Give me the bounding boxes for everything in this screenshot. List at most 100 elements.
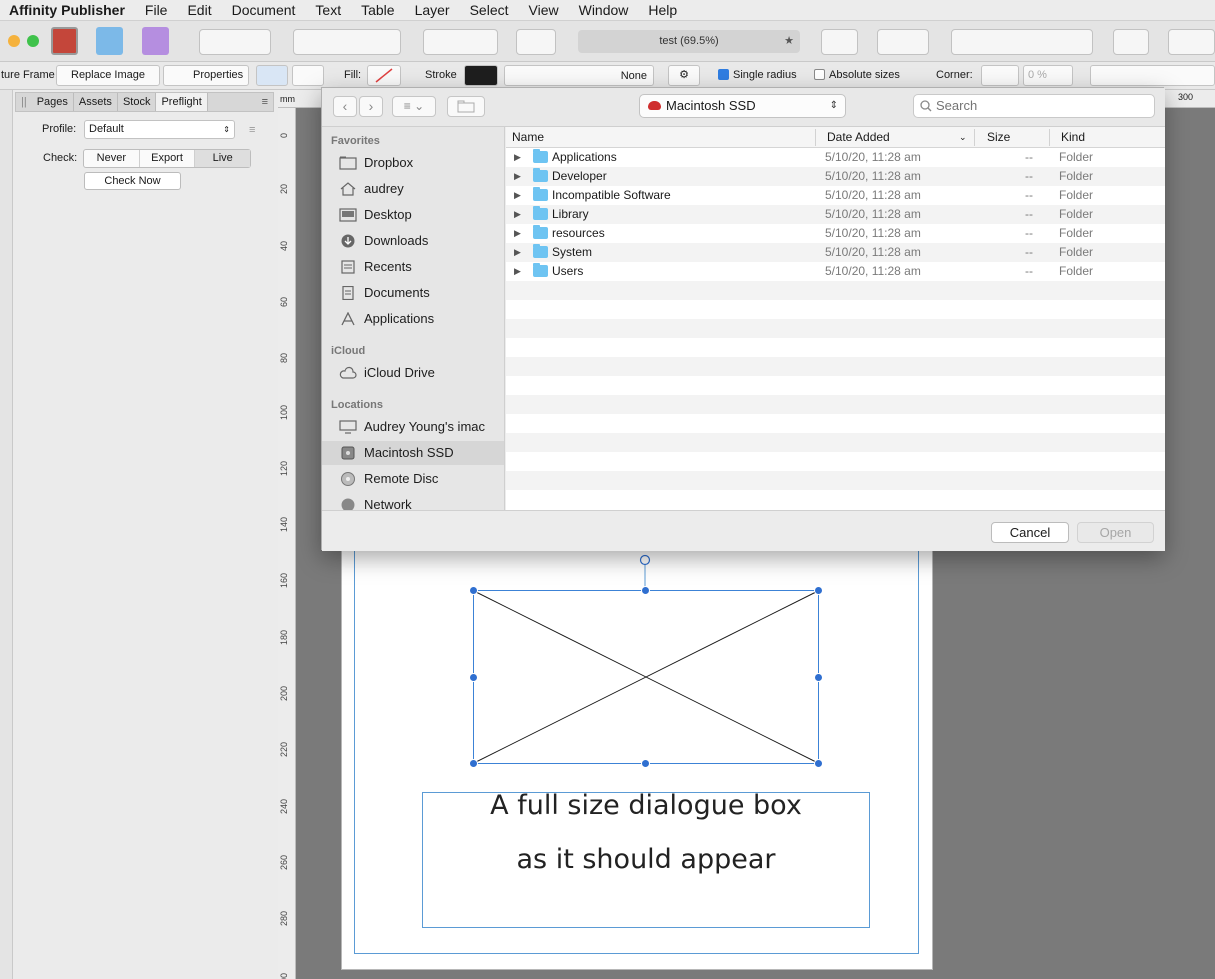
menu-file[interactable]: File xyxy=(135,0,178,21)
location-popup[interactable]: Macintosh SSD ⇕ xyxy=(639,94,846,118)
photo-persona-icon[interactable] xyxy=(142,27,169,55)
resize-handle[interactable] xyxy=(469,673,478,682)
disclosure-triangle-icon[interactable]: ▶ xyxy=(514,167,521,186)
panel-menu-icon[interactable]: ≡ xyxy=(257,93,273,111)
fill-swatch[interactable] xyxy=(367,65,401,86)
flip-button[interactable] xyxy=(1168,29,1215,55)
sidebar-item-downloads[interactable]: Downloads xyxy=(322,229,504,253)
resize-handle[interactable] xyxy=(814,759,823,768)
menu-document[interactable]: Document xyxy=(222,0,306,21)
sidebar-item-applications[interactable]: Applications xyxy=(322,307,504,331)
table-row[interactable]: ▶ Users 5/10/20, 11:28 am -- Folder xyxy=(506,262,1165,281)
panel-grip-icon[interactable]: || xyxy=(16,93,32,111)
frame-scale-button[interactable] xyxy=(292,65,324,86)
resize-handle[interactable] xyxy=(469,586,478,595)
menu-view[interactable]: View xyxy=(519,0,569,21)
designer-persona-icon[interactable] xyxy=(96,27,123,55)
disclosure-triangle-icon[interactable]: ▶ xyxy=(514,224,521,243)
table-row[interactable]: ▶ Library 5/10/20, 11:28 am -- Folder xyxy=(506,205,1165,224)
corner-type-picker[interactable] xyxy=(981,65,1019,86)
rotation-handle[interactable] xyxy=(639,554,651,566)
pin-tools-button[interactable] xyxy=(423,29,498,55)
table-row[interactable]: ▶ Applications 5/10/20, 11:28 am -- Fold… xyxy=(506,148,1165,167)
resize-handle[interactable] xyxy=(641,759,650,768)
view-options-button[interactable]: ≡ ⌄ xyxy=(392,96,436,117)
frame-fit-button[interactable] xyxy=(256,65,288,86)
frame-tools-button[interactable] xyxy=(293,29,401,55)
check-export-option[interactable]: Export xyxy=(140,150,196,167)
menu-layer[interactable]: Layer xyxy=(405,0,460,21)
preview-mode-button[interactable] xyxy=(516,29,556,55)
open-button[interactable]: Open xyxy=(1077,522,1154,543)
sidebar-item-audrey[interactable]: audrey xyxy=(322,177,504,201)
column-date-added[interactable]: Date Added xyxy=(827,130,890,144)
sidebar-item-macintosh-ssd[interactable]: Macintosh SSD xyxy=(322,441,504,465)
tab-pages[interactable]: Pages xyxy=(32,93,74,111)
disclosure-triangle-icon[interactable]: ▶ xyxy=(514,205,521,224)
picture-frame[interactable] xyxy=(462,550,832,775)
stroke-swatch[interactable] xyxy=(464,65,498,86)
text-wrap-button[interactable] xyxy=(821,29,858,55)
new-folder-button[interactable] xyxy=(447,96,485,117)
column-name[interactable]: Name xyxy=(512,130,544,144)
search-field[interactable] xyxy=(913,94,1155,118)
sidebar-item-documents[interactable]: Documents xyxy=(322,281,504,305)
app-menu[interactable]: Affinity Publisher xyxy=(0,0,135,21)
corner-size-field[interactable]: 0 % xyxy=(1023,65,1073,86)
arrange-button[interactable] xyxy=(951,29,1093,55)
table-row[interactable]: ▶ resources 5/10/20, 11:28 am -- Folder xyxy=(506,224,1165,243)
back-button[interactable]: ‹ xyxy=(333,96,357,117)
check-never-option[interactable]: Never xyxy=(84,150,140,167)
profile-select[interactable]: Default ⇕ xyxy=(84,120,235,139)
forward-button[interactable]: › xyxy=(359,96,383,117)
disclosure-triangle-icon[interactable]: ▶ xyxy=(514,243,521,262)
share-tools-button[interactable] xyxy=(199,29,271,55)
sidebar-item-imac[interactable]: Audrey Young's imac xyxy=(322,415,504,439)
check-live-option[interactable]: Live xyxy=(195,150,251,167)
single-radius-checkbox[interactable]: Single radius xyxy=(718,69,797,81)
transform-origin-buttons[interactable] xyxy=(1090,65,1215,86)
tab-preflight[interactable]: Preflight xyxy=(156,93,208,111)
sidebar-item-recents[interactable]: Recents xyxy=(322,255,504,279)
table-row[interactable]: ▶ Incompatible Software 5/10/20, 11:28 a… xyxy=(506,186,1165,205)
search-input[interactable] xyxy=(936,98,1148,113)
column-size[interactable]: Size xyxy=(987,130,1010,144)
check-now-button[interactable]: Check Now xyxy=(84,172,181,190)
zoom-window-button[interactable] xyxy=(27,35,39,47)
snapping-button[interactable] xyxy=(877,29,929,55)
sidebar-item-dropbox[interactable]: Dropbox xyxy=(322,151,504,175)
align-button[interactable] xyxy=(1113,29,1149,55)
menu-edit[interactable]: Edit xyxy=(177,0,221,21)
disclosure-triangle-icon[interactable]: ▶ xyxy=(514,262,521,281)
stroke-style-picker[interactable]: None xyxy=(504,65,654,86)
menu-table[interactable]: Table xyxy=(351,0,404,21)
publisher-persona-icon[interactable] xyxy=(51,27,78,55)
tab-assets[interactable]: Assets xyxy=(74,93,118,111)
disclosure-triangle-icon[interactable]: ▶ xyxy=(514,186,521,205)
sidebar-item-icloud-drive[interactable]: iCloud Drive xyxy=(322,361,504,385)
disclosure-triangle-icon[interactable]: ▶ xyxy=(514,148,521,167)
sidebar-item-desktop[interactable]: Desktop xyxy=(322,203,504,227)
menu-help[interactable]: Help xyxy=(638,0,687,21)
cancel-button[interactable]: Cancel xyxy=(991,522,1069,543)
tab-stock[interactable]: Stock xyxy=(118,93,157,111)
menu-window[interactable]: Window xyxy=(569,0,639,21)
menu-text[interactable]: Text xyxy=(305,0,351,21)
replace-image-button[interactable]: Replace Image xyxy=(56,65,160,86)
minimize-window-button[interactable] xyxy=(8,35,20,47)
text-frame[interactable]: A full size dialogue box as it should ap… xyxy=(422,790,870,928)
sidebar-item-remote-disc[interactable]: Remote Disc xyxy=(322,467,504,491)
resize-handle[interactable] xyxy=(814,673,823,682)
table-row[interactable]: ▶ System 5/10/20, 11:28 am -- Folder xyxy=(506,243,1165,262)
resize-handle[interactable] xyxy=(641,586,650,595)
sidebar-item-network[interactable]: Network xyxy=(322,493,504,510)
tools-strip[interactable] xyxy=(0,90,13,979)
column-kind[interactable]: Kind xyxy=(1061,130,1085,144)
menu-select[interactable]: Select xyxy=(460,0,519,21)
properties-button[interactable]: Properties xyxy=(163,65,249,86)
gear-icon[interactable]: ⚙ xyxy=(668,65,700,86)
profile-menu-icon[interactable]: ≡ xyxy=(249,124,255,136)
absolute-sizes-checkbox[interactable]: Absolute sizes xyxy=(814,69,900,81)
table-row[interactable]: ▶ Developer 5/10/20, 11:28 am -- Folder xyxy=(506,167,1165,186)
resize-handle[interactable] xyxy=(469,759,478,768)
